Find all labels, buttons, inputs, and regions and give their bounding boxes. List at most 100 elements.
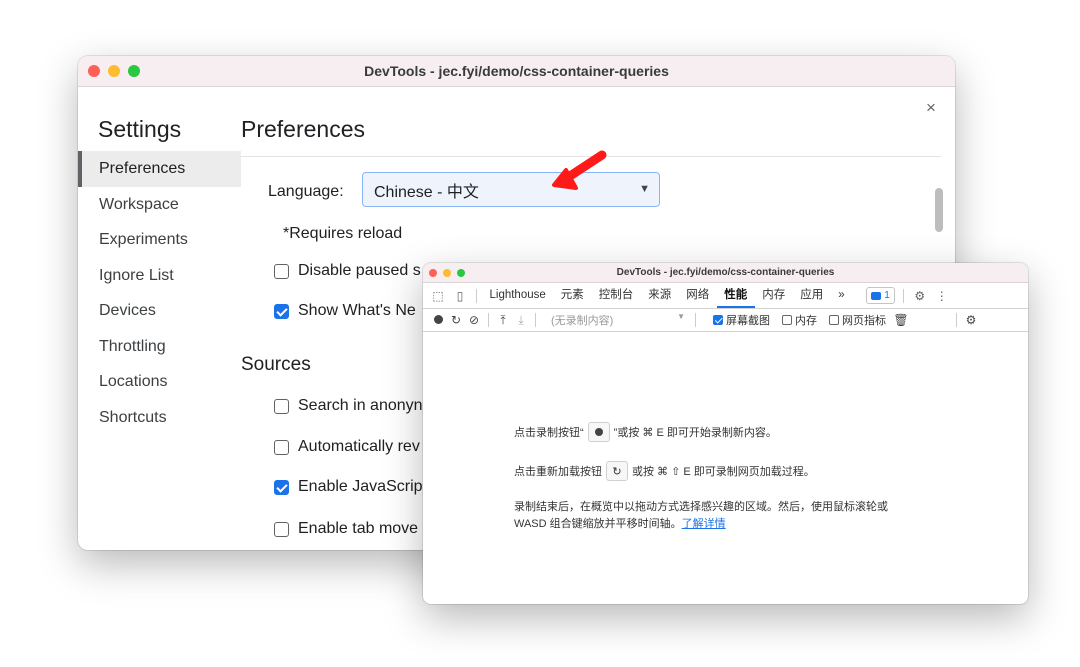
sidebar-item-locations[interactable]: Locations [78, 364, 241, 400]
language-label: Language: [268, 183, 344, 200]
sidebar-item-devices[interactable]: Devices [78, 293, 241, 329]
caret-down-icon: ▼ [639, 183, 650, 195]
panel-tabbar: ⬚ ▯ Lighthouse 元素 控制台 来源 网络 性能 内存 应用 » 1… [423, 283, 1028, 309]
search-anonymous-checkbox[interactable] [274, 398, 289, 414]
sidebar-item-shortcuts[interactable]: Shortcuts [78, 400, 241, 436]
sources-heading: Sources [241, 354, 311, 375]
enable-js-checkbox[interactable] [274, 479, 289, 495]
option-tab-moves-focus[interactable]: Enable tab move [274, 520, 418, 538]
memory-checkbox[interactable] [782, 315, 792, 325]
minimize-window-button[interactable] [443, 268, 451, 277]
close-window-button[interactable] [88, 65, 100, 77]
clear-icon[interactable]: ⊘ [465, 313, 483, 327]
tab-performance[interactable]: 性能 [716, 283, 755, 308]
issues-badge[interactable]: 1 [866, 287, 895, 304]
divider [535, 313, 536, 327]
performance-toolbar: ↻ ⊘ ⤒ ⤓ (无录制内容) ▼ 屏幕截图 内存 网页指标 🗑 ⚙ [423, 309, 1028, 332]
option-auto-reveal[interactable]: Automatically rev [274, 438, 420, 456]
record-button[interactable] [429, 313, 447, 327]
hint-text: 录制结束后，在概览中以拖动方式选择感兴趣的区域。然后，使用鼠标滚轮或 [514, 501, 888, 513]
profile-select[interactable]: (无录制内容) ▼ [551, 312, 685, 328]
option-memory[interactable]: 内存 [782, 312, 817, 328]
option-web-vitals[interactable]: 网页指标 [829, 312, 886, 328]
divider [695, 313, 696, 327]
window-title: DevTools - jec.fyi/demo/css-container-qu… [616, 267, 835, 278]
trash-icon[interactable]: 🗑 [892, 313, 910, 327]
hint-reload: 点击重新加载按钮 ↻ 或按 ⌘ ⇧ E 即可录制网页加载过程。 [514, 461, 815, 481]
inspect-element-icon[interactable]: ⬚ [427, 289, 449, 303]
record-icon [594, 428, 603, 436]
message-icon [871, 291, 882, 300]
sidebar-item-experiments[interactable]: Experiments [78, 222, 241, 258]
scrollbar-thumb[interactable] [935, 188, 943, 232]
option-label: 内存 [795, 315, 817, 327]
option-label: 网页指标 [842, 315, 886, 327]
minimize-window-button[interactable] [108, 65, 120, 77]
hint-text: ”或按 ⌘ E 即可开始录制新内容。 [613, 427, 777, 439]
hint-after-line-2: WASD 组合键缩放并平移时间轴。 了解详情 [514, 515, 726, 531]
sidebar-item-preferences[interactable]: Preferences [78, 151, 241, 187]
caret-down-icon: ▼ [677, 312, 685, 321]
close-window-button[interactable] [429, 268, 437, 277]
tab-elements[interactable]: 元素 [553, 283, 591, 308]
record-button-inline[interactable] [587, 422, 610, 442]
option-label: Search in anonyn [298, 397, 423, 414]
tab-sources[interactable]: 来源 [641, 283, 679, 308]
language-select[interactable]: Chinese - 中文 ▼ [362, 172, 660, 207]
red-arrow-icon [552, 150, 607, 190]
hint-after-line-1: 录制结束后，在概览中以拖动方式选择感兴趣的区域。然后，使用鼠标滚轮或 [514, 498, 888, 514]
device-toolbar-icon[interactable]: ▯ [449, 289, 471, 303]
option-label: Show What's Ne [298, 302, 416, 319]
hint-text: 点击录制按钮“ [514, 427, 584, 439]
language-select-value: Chinese - 中文 [374, 183, 479, 201]
disable-paused-checkbox[interactable] [274, 263, 289, 279]
settings-titlebar: DevTools - jec.fyi/demo/css-container-qu… [78, 56, 955, 87]
devtools-window: DevTools - jec.fyi/demo/css-container-qu… [423, 263, 1028, 604]
tab-memory[interactable]: 内存 [755, 283, 793, 308]
tab-lighthouse[interactable]: Lighthouse [482, 283, 553, 308]
option-search-anonymous[interactable]: Search in anonyn [274, 397, 423, 415]
preferences-heading: Preferences [241, 116, 366, 142]
option-label: Automatically rev [298, 438, 420, 455]
option-enable-js-sourcemaps[interactable]: Enable JavaScrip [274, 478, 423, 496]
zoom-window-button[interactable] [457, 268, 465, 277]
show-whats-new-checkbox[interactable] [274, 303, 289, 319]
divider [902, 288, 904, 303]
hint-record: 点击录制按钮“ ”或按 ⌘ E 即可开始录制新内容。 [514, 422, 777, 442]
gear-icon[interactable]: ⚙ [909, 289, 931, 303]
option-disable-paused[interactable]: Disable paused s [274, 262, 421, 280]
hint-text: 点击重新加载按钮 [514, 466, 602, 478]
divider [476, 288, 477, 303]
download-icon[interactable]: ⤓ [512, 313, 530, 328]
settings-sidebar: Preferences Workspace Experiments Ignore… [78, 151, 241, 435]
screenshots-checkbox[interactable] [713, 315, 723, 325]
option-show-whats-new[interactable]: Show What's Ne [274, 302, 416, 320]
traffic-lights [429, 263, 465, 282]
reload-button-inline[interactable]: ↻ [606, 461, 628, 481]
option-label: Disable paused s [298, 262, 421, 279]
tab-application[interactable]: 应用 [793, 283, 831, 308]
sidebar-item-ignore-list[interactable]: Ignore List [78, 258, 241, 294]
requires-reload-note: *Requires reload [283, 225, 403, 242]
option-label: Enable JavaScrip [298, 478, 423, 495]
tab-moves-checkbox[interactable] [274, 521, 289, 537]
close-icon[interactable]: × [926, 98, 936, 118]
tab-console[interactable]: 控制台 [591, 283, 641, 308]
upload-icon[interactable]: ⤒ [494, 313, 512, 328]
capture-settings-gear-icon[interactable]: ⚙ [962, 313, 980, 327]
option-screenshots[interactable]: 屏幕截图 [713, 312, 770, 328]
tab-network[interactable]: 网络 [679, 283, 717, 308]
more-tabs-icon[interactable]: » [831, 283, 852, 308]
auto-reveal-checkbox[interactable] [274, 439, 289, 455]
traffic-lights [88, 56, 140, 86]
divider [488, 313, 489, 327]
zoom-window-button[interactable] [128, 65, 140, 77]
reload-record-button[interactable]: ↻ [447, 313, 465, 327]
sidebar-item-workspace[interactable]: Workspace [78, 187, 241, 223]
kebab-menu-icon[interactable]: ⋮ [931, 289, 953, 303]
learn-more-link[interactable]: 了解详情 [682, 515, 726, 531]
devtools-titlebar: DevTools - jec.fyi/demo/css-container-qu… [423, 263, 1028, 283]
sidebar-item-throttling[interactable]: Throttling [78, 329, 241, 365]
issues-count: 1 [884, 290, 890, 301]
web-vitals-checkbox[interactable] [829, 315, 839, 325]
